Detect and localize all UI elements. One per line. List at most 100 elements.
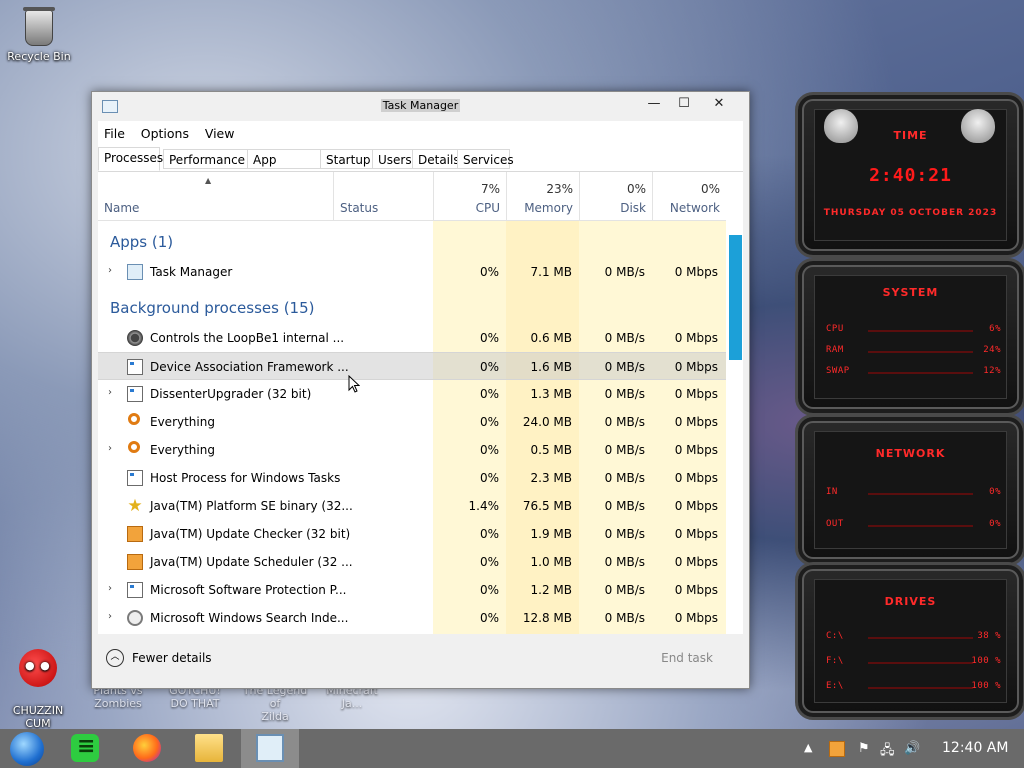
menu-view[interactable]: View (199, 121, 241, 141)
chevron-up-icon[interactable]: ︿ (106, 649, 124, 667)
expand-chevron-icon[interactable]: › (108, 443, 112, 454)
status-column-header[interactable]: Status (333, 172, 433, 220)
apps-group-header: Apps (1) (110, 233, 174, 251)
process-mem-value: 12.8 MB (522, 611, 572, 625)
java-icon (127, 554, 143, 570)
memory-column-header[interactable]: 23% Memory (506, 172, 579, 220)
process-row[interactable]: › DissenterUpgrader (32 bit) 0% 1.3 MB 0 MB/… (98, 380, 726, 408)
title-bar[interactable]: Task Manager — ☐ ✕ (92, 92, 749, 120)
process-cpu-value: 0% (479, 555, 499, 569)
time-gadget[interactable]: TIME 2:40:21 THURSDAY 05 OCTOBER 2023 (795, 92, 1024, 258)
taskbar-task-manager[interactable] (241, 729, 299, 768)
process-mem-value: 0.5 MB (530, 443, 572, 457)
process-cpu-value: 0% (479, 360, 499, 374)
expand-chevron-icon[interactable]: › (108, 387, 112, 398)
volume-icon[interactable]: 🔊 (904, 741, 920, 756)
network-bar (868, 525, 973, 527)
process-list: ▲ Name Status 7% CPU 23% Memory 0% Disk 0% N… (98, 172, 743, 634)
network-column-header[interactable]: 0% Network (652, 172, 726, 220)
footer-bar: ︿ Fewer details End task (98, 635, 743, 681)
firefox-icon (133, 734, 161, 762)
expand-chevron-icon[interactable]: › (108, 611, 112, 622)
process-disk-value: 0 MB/s (604, 527, 645, 541)
process-net-value: 0 Mbps (674, 387, 718, 401)
system-gadget[interactable]: SYSTEM CPU 6% RAM 24% SWAP 12% (795, 258, 1024, 416)
tab-details[interactable]: Details (412, 149, 460, 169)
menu-file[interactable]: File (98, 121, 131, 141)
expand-chevron-icon[interactable]: › (108, 583, 112, 594)
taskbar-file-explorer[interactable] (180, 729, 238, 768)
start-button[interactable] (0, 729, 58, 768)
drive-value: 100 % (971, 681, 1001, 691)
network-title: NETWORK (875, 447, 946, 460)
network-gadget[interactable]: NETWORK IN 0% OUT 0% (795, 414, 1024, 566)
menu-options[interactable]: Options (135, 121, 195, 141)
end-task-button[interactable]: End task (661, 651, 713, 665)
taskbar-firefox[interactable] (118, 729, 176, 768)
minimize-button[interactable]: — (639, 94, 669, 114)
window-icon (127, 359, 143, 375)
process-cpu-value: 1.4% (468, 499, 500, 513)
vertical-scrollbar[interactable] (728, 220, 742, 634)
network-tray-icon[interactable]: 🖧 (880, 741, 895, 763)
system-bar (868, 372, 973, 374)
process-row[interactable]: Host Process for Windows Tasks 0% 2.3 MB 0 … (98, 464, 726, 492)
cpu-column-header[interactable]: 7% CPU (433, 172, 506, 220)
clock[interactable]: 12:40 AM (942, 740, 1008, 756)
drives-title: DRIVES (884, 595, 937, 608)
tab-app-history[interactable]: App history (247, 149, 321, 187)
mouse-cursor-icon (348, 375, 360, 393)
tab-startup[interactable]: Startup (320, 149, 373, 169)
process-row[interactable]: ★ Java(TM) Platform SE binary (32... 1.4% 7… (98, 492, 726, 520)
name-column-header[interactable]: Name (98, 172, 333, 220)
chuzz-shortcut[interactable]: CHUZZIN CUM (6, 636, 70, 743)
window-icon (127, 386, 143, 402)
tab-users[interactable]: Users (372, 149, 413, 169)
drive-value: 38 % (977, 631, 1001, 641)
process-disk-value: 0 MB/s (604, 499, 645, 513)
tab-services[interactable]: Services (457, 149, 514, 169)
java-icon (127, 526, 143, 542)
process-disk-value: 0 MB/s (604, 387, 645, 401)
process-net-value: 0 Mbps (674, 471, 718, 485)
expand-chevron-icon[interactable]: › (108, 265, 112, 276)
process-row[interactable]: Controls the LoopBe1 internal ... 0% 0.6 M… (98, 324, 726, 352)
recycle-bin-shortcut[interactable]: Recycle Bin (7, 7, 71, 63)
task-manager-icon (256, 734, 284, 762)
disk-column-header[interactable]: 0% Disk (579, 172, 652, 220)
system-title: SYSTEM (882, 286, 939, 299)
process-row[interactable]: › Microsoft Software Protection P... 0% 1.2… (98, 576, 726, 604)
process-row[interactable]: Device Association Framework ... 0% 1.6 MB… (98, 352, 726, 380)
process-net-value: 0 Mbps (674, 583, 718, 597)
process-disk-value: 0 MB/s (604, 331, 645, 345)
process-disk-value: 0 MB/s (604, 583, 645, 597)
scrollbar-thumb[interactable] (729, 235, 742, 360)
process-disk-value: 0 MB/s (604, 360, 645, 374)
close-button[interactable]: ✕ (704, 94, 734, 114)
process-row[interactable]: › Microsoft Windows Search Inde... 0% 12.8 … (98, 604, 726, 632)
desktop-shortcut-label[interactable]: The Legend of Zilda (236, 684, 314, 723)
java-tray-icon[interactable] (829, 741, 845, 757)
process-mem-value: 1.9 MB (530, 527, 572, 541)
process-row[interactable]: Java(TM) Update Checker (32 bit) 0% 1.9 MB… (98, 520, 726, 548)
tab-processes[interactable]: Processes (98, 147, 163, 171)
process-net-value: 0 Mbps (674, 443, 718, 457)
process-net-value: 0 Mbps (674, 331, 718, 345)
process-name: Task Manager (150, 265, 233, 279)
process-row[interactable]: › Everything 0% 0.5 MB 0 MB/s 0 Mbps (98, 436, 726, 464)
process-cpu-value: 0% (479, 611, 499, 625)
process-row[interactable]: › Task Manager 0% 7.1 MB 0 MB/s 0 Mbps (98, 258, 726, 286)
background-group-header: Background processes (15) (110, 299, 315, 317)
maximize-button[interactable]: ☐ (669, 94, 699, 114)
process-row[interactable]: Everything 0% 24.0 MB 0 MB/s 0 Mbps (98, 408, 726, 436)
system-value: 24% (983, 345, 1001, 355)
drives-gadget[interactable]: DRIVES C:\ 38 % F:\ 100 % E:\ 100 % (795, 562, 1024, 720)
action-center-flag-icon[interactable]: ⚑ (858, 741, 870, 756)
show-hidden-icons-icon[interactable]: ▲ (804, 741, 812, 754)
fewer-details-button[interactable]: Fewer details (132, 651, 212, 665)
taskbar: ▲ ⚑ 🖧 🔊 12:40 AM (0, 729, 1024, 768)
menu-bar: File Options View (98, 121, 743, 145)
taskbar-app-green[interactable] (56, 729, 114, 768)
process-row[interactable]: Java(TM) Update Scheduler (32 ... 0% 1.0 M… (98, 548, 726, 576)
tab-performance[interactable]: Performance (163, 149, 248, 169)
